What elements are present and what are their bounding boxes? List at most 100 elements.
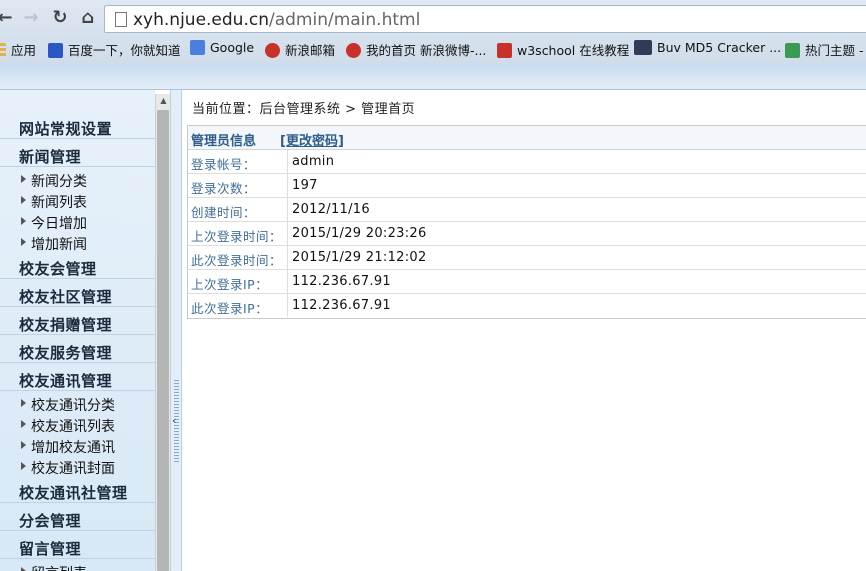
row-key-cell: 登录帐号： [188,150,288,173]
bookmark-hot-topics[interactable]: 热门主题 - [785,40,863,59]
breadcrumb-text: 当前位置：后台管理系统 > 管理首页 [192,102,416,117]
weibo-icon [346,43,361,58]
divider [0,530,155,531]
admin-info-table: 管理员信息 [更改密码] 登录帐号： admin 登录次数： 197 创建时间： 20… [187,125,866,319]
apps-icon [0,43,6,58]
triangle-right-icon [21,196,26,204]
row-value: 2015/1/29 21:12:02 [292,250,427,265]
md5-icon [634,40,652,55]
divider [0,558,155,559]
sidebar-item-label: 今日增加 [31,216,87,232]
bookmark-apps[interactable]: 应用 [0,40,36,59]
sidebar-item-news-category[interactable]: 新闻分类 [0,170,155,190]
scroll-thumb[interactable] [157,110,169,571]
url-path: /admin/main.html [268,10,421,30]
change-password-link[interactable]: [更改密码] [280,130,344,149]
browser-toolbar: ← → ↻ ⌂ xyh.njue.edu.cn/admin/main.html … [0,0,866,64]
bookmark-label: Buv MD5 Cracker ... [657,40,782,55]
sidebar-item-label: 新闻列表 [31,195,87,211]
divider [0,138,155,139]
bookmark-label: w3school 在线教程 [517,43,630,58]
sidebar-group-newsletter-society[interactable]: 校友通讯社管理 [0,479,155,503]
triangle-right-icon [21,441,26,449]
forward-icon[interactable]: → [20,7,42,29]
bookmark-google[interactable]: Google [190,40,254,55]
sidebar-item-label: 增加校友通讯 [31,440,115,456]
table-row: 登录帐号： admin [188,150,866,174]
divider [0,390,155,391]
divider [0,306,155,307]
sidebar-group-alumni-community[interactable]: 校友社区管理 [0,283,155,307]
collapse-left-icon[interactable]: ‹ [172,414,177,427]
sidebar-group-site-settings[interactable]: 网站常规设置 [0,115,155,139]
triangle-right-icon [21,462,26,470]
row-value: 112.236.67.91 [292,274,392,289]
row-key-cell: 创建时间： [188,198,288,221]
table-row: 此次登录IP： 112.236.67.91 [188,294,866,318]
sidebar-group-branches[interactable]: 分会管理 [0,507,155,531]
sidebar-item-message-list[interactable]: 留言列表 [0,562,155,571]
row-key: 此次登录时间： [191,253,283,268]
sidebar-group-label: 校友服务管理 [19,344,113,362]
divider [0,166,155,167]
sidebar-item-news-list[interactable]: 新闻列表 [0,191,155,211]
row-value: admin [292,154,335,169]
url-host: xyh.njue.edu.cn [133,10,269,30]
sidebar-group-alumni-donation[interactable]: 校友捐赠管理 [0,311,155,335]
table-row: 创建时间： 2012/11/16 [188,198,866,222]
admin-info-title: 管理员信息 [191,134,257,149]
bookmark-w3school[interactable]: w3school 在线教程 [497,40,629,59]
baidu-icon [48,43,63,58]
sidebar-item-newsletter-category[interactable]: 校友通讯分类 [0,394,155,414]
sidebar-item-newsletter-list[interactable]: 校友通讯列表 [0,415,155,435]
sidebar-group-label: 网站常规设置 [19,120,113,138]
divider [0,278,155,279]
sidebar-item-label: 校友通讯列表 [31,419,115,435]
address-url: xyh.njue.edu.cn/admin/main.html [133,10,420,30]
back-icon[interactable]: ← [0,7,16,29]
sidebar-scrollbar[interactable]: ▲ [155,94,170,571]
change-password-label: [更改密码] [280,134,344,149]
table-row: 此次登录时间： 2015/1/29 21:12:02 [188,246,866,270]
sidebar-group-news[interactable]: 新闻管理 [0,143,155,167]
sidebar-group-alumni-service[interactable]: 校友服务管理 [0,339,155,363]
row-value: 112.236.67.91 [292,298,392,313]
row-value: 2015/1/29 20:23:26 [292,226,427,241]
scroll-up-icon[interactable]: ▲ [156,94,171,108]
row-key: 上次登录时间： [191,229,283,244]
sidebar-item-today-added[interactable]: 今日增加 [0,212,155,232]
sidebar-item-label: 新闻分类 [31,174,87,190]
row-value: 197 [292,178,318,193]
home-icon[interactable]: ⌂ [77,7,99,29]
row-key-cell: 登录次数： [188,174,288,197]
reload-icon[interactable]: ↻ [49,7,71,29]
divider [0,334,155,335]
bookmark-label: 应用 [11,43,37,58]
row-key-cell: 上次登录时间： [188,222,288,245]
bookmark-baidu[interactable]: 百度一下，你就知道 [48,40,181,59]
row-key-cell: 此次登录IP： [188,294,288,317]
triangle-right-icon [21,175,26,183]
sidebar-item-add-newsletter[interactable]: 增加校友通讯 [0,436,155,456]
topic-icon [785,43,800,58]
bookmark-md5-cracker[interactable]: Buv MD5 Cracker ... [634,40,781,55]
bookmark-weibo[interactable]: 我的首页 新浪微博-... [346,40,486,59]
bookmark-sina-mail[interactable]: 新浪邮箱 [265,40,335,59]
row-key-cell: 上次登录IP： [188,270,288,293]
sidebar-item-newsletter-cover[interactable]: 校友通讯封面 [0,457,155,477]
sidebar-group-alumni-newsletter[interactable]: 校友通讯管理 [0,367,155,391]
sidebar-group-messages[interactable]: 留言管理 [0,535,155,559]
sidebar-group-alumni-association[interactable]: 校友会管理 [0,255,155,279]
sidebar-group-label: 校友通讯社管理 [19,484,128,502]
row-key: 创建时间： [191,205,257,220]
main-content: 当前位置：后台管理系统 > 管理首页 管理员信息 [更改密码] 登录帐号： adm… [182,90,866,571]
bookmark-label: 百度一下，你就知道 [68,43,181,58]
bookmark-label: 新浪邮箱 [285,43,336,58]
divider [0,502,155,503]
google-icon [190,40,205,55]
sidebar-item-add-news[interactable]: 增加新闻 [0,233,155,253]
table-row: 上次登录IP： 112.236.67.91 [188,270,866,294]
sidebar-item-label: 校友通讯封面 [31,461,115,477]
address-bar[interactable]: xyh.njue.edu.cn/admin/main.html [104,5,866,33]
sidebar-splitter[interactable]: ‹ [170,90,182,571]
